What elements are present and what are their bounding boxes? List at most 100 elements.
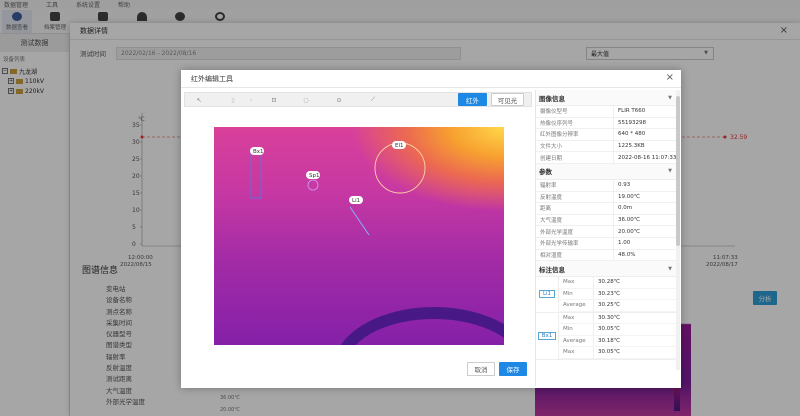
rectangle-tool-icon[interactable]: ⊡ [270,96,278,104]
mark-tag: Li1 [536,277,558,312]
property-row: 距离 0.0m [536,203,680,215]
property-row: 红外图像分辨率 640 * 480 [536,129,680,141]
scrollbar-thumb[interactable] [676,96,680,246]
circle-tool-icon[interactable]: ◌ [302,96,310,104]
image-info-section[interactable]: 图像信息 ▼ [536,90,680,106]
chevron-down-icon: ▼ [668,168,672,175]
spot-tool-icon[interactable]: ⊙ [335,96,343,104]
mark-row: Max 30.28℃ [559,277,680,289]
section-title: 标注信息 [539,265,565,274]
mark-key: Max [559,277,594,288]
mark-row: Average 30.18℃ [559,335,680,348]
mark-key: Max [559,312,594,324]
mark-tag-label[interactable]: Li1 [538,290,556,299]
mark-row: Max 30.30℃ [559,312,680,325]
property-row: 热像仪序列号 55193298 [536,117,680,130]
save-button[interactable]: 保存 [499,362,527,376]
mark-value: 30.05℃ [598,326,620,333]
property-value: FLIR T660 [618,108,646,115]
properties-scrollbar[interactable] [676,90,680,370]
box-annotation[interactable] [250,153,262,199]
property-row: 摄像仪型号 FLIR T660 [536,106,680,118]
line-tool-icon[interactable]: ⟋ [369,96,377,104]
property-value: 0.93 [618,182,631,189]
annotation-layer: Bx1 Sp1 El1 Li1 [250,141,426,236]
property-row: 相对湿度 48.0% [536,249,680,262]
mark-key: Min [559,288,594,300]
property-value: 20.00℃ [618,228,640,235]
property-value: 36.00℃ [618,217,640,224]
thermal-image[interactable]: Bx1 Sp1 El1 Li1 [214,127,504,345]
mark-value: 30.23℃ [598,290,620,297]
property-row: 大气温度 36.00℃ [536,214,680,227]
mark-group: Li1 Max 30.28℃ Min 30.23℃ Average 30.25℃ [536,277,680,313]
mark-key: Min [559,324,594,335]
li1-label: Li1 [352,198,360,204]
modal-title: 红外编辑工具 [191,74,233,83]
marks-section[interactable]: 标注信息 ▼ [536,261,680,278]
mark-key: Average [559,300,594,311]
property-value: 19.00℃ [618,193,640,200]
infrared-button[interactable]: 红外 [458,93,487,106]
property-row: 文件大小 1225.3KB [536,140,680,153]
property-key: 相对湿度 [536,249,614,261]
delete-icon[interactable]: ▯ [229,96,237,104]
cancel-button[interactable]: 取消 [467,362,495,376]
property-key: 距离 [536,203,614,214]
mark-value: 30.25℃ [598,302,620,309]
mark-tag: Bx1 [536,313,558,359]
property-key: 创建日期 [536,152,614,163]
pointer-icon[interactable]: ↖ [195,96,203,104]
close-icon[interactable]: × [666,72,674,83]
property-key: 辐射率 [536,179,614,191]
chevron-down-icon: ▼ [668,94,672,101]
property-key: 摄像仪型号 [536,106,614,117]
image-info-table: 摄像仪型号 FLIR T660 热像仪序列号 55193298 红外图像分辨率 640 *… [536,106,680,164]
property-row: 创建日期 2022-08-16 11:07:33 [536,152,680,164]
mark-row: Min 30.05℃ [559,324,680,336]
properties-panel: 图像信息 ▼ 摄像仪型号 FLIR T660 热像仪序列号 55193298 红外图像分… [535,90,680,386]
property-value: 0.0m [618,205,633,212]
mark-row: Average 30.25℃ [559,300,680,312]
property-value: 2022-08-16 11:07:33 [618,154,677,161]
section-title: 图像信息 [539,94,565,103]
ellipse-annotation[interactable] [374,142,426,194]
property-value: 1225.3KB [618,143,645,150]
spot-annotation[interactable] [307,179,319,191]
el1-label: El1 [395,143,404,149]
ir-edit-modal: 红外编辑工具 × ↖ ▯ › ⊡ ◌ ⊙ ⟋ 红外 可见光 Bx1 Sp1 El… [181,70,681,388]
params-section[interactable]: 参数 ▼ [536,163,680,180]
section-title: 参数 [539,168,552,177]
sp1-label: Sp1 [309,173,319,179]
property-row: 外部光学温度 20.00℃ [536,226,680,238]
property-row: 外部光学传输率 1.00 [536,237,680,250]
mark-value: 30.18℃ [598,337,620,344]
mark-key: Average [559,335,594,347]
property-value: 1.00 [618,240,631,247]
modal-header: 红外编辑工具 × [181,70,681,88]
mark-value: 30.30℃ [598,314,620,321]
mark-key: Max [559,347,594,358]
mark-value: 30.05℃ [598,349,620,356]
property-value: 55193298 [618,119,646,126]
mark-tag-label[interactable]: Bx1 [537,331,557,340]
property-key: 外部光学温度 [536,226,614,237]
mark-row: Min 30.23℃ [559,288,680,301]
line-annotation[interactable] [349,206,370,236]
chevron-down-icon: ▼ [668,265,672,272]
property-row: 反射温度 19.00℃ [536,191,680,204]
property-row: 辐射率 0.93 [536,179,680,192]
undo-icon[interactable]: › [247,96,255,104]
mark-rows: Max 30.30℃ Min 30.05℃ Average 30.18℃ Max 30.05℃ [558,312,680,359]
property-key: 热像仪序列号 [536,117,614,129]
visible-light-button[interactable]: 可见光 [491,93,524,106]
mark-group: Bx1 Max 30.30℃ Min 30.05℃ Average 30.18℃ Max 30.… [536,312,680,360]
params-table: 辐射率 0.93 反射温度 19.00℃ 距离 0.0m 大气温度 36.00℃ 外部光学温度 2… [536,179,680,262]
mark-row: Max 30.05℃ [559,347,680,359]
property-value: 48.0% [618,251,636,258]
property-key: 外部光学传输率 [536,237,614,249]
property-key: 反射温度 [536,191,614,203]
mark-rows: Max 30.28℃ Min 30.23℃ Average 30.25℃ [558,277,680,312]
property-key: 文件大小 [536,140,614,152]
bx1-label: Bx1 [253,149,264,155]
